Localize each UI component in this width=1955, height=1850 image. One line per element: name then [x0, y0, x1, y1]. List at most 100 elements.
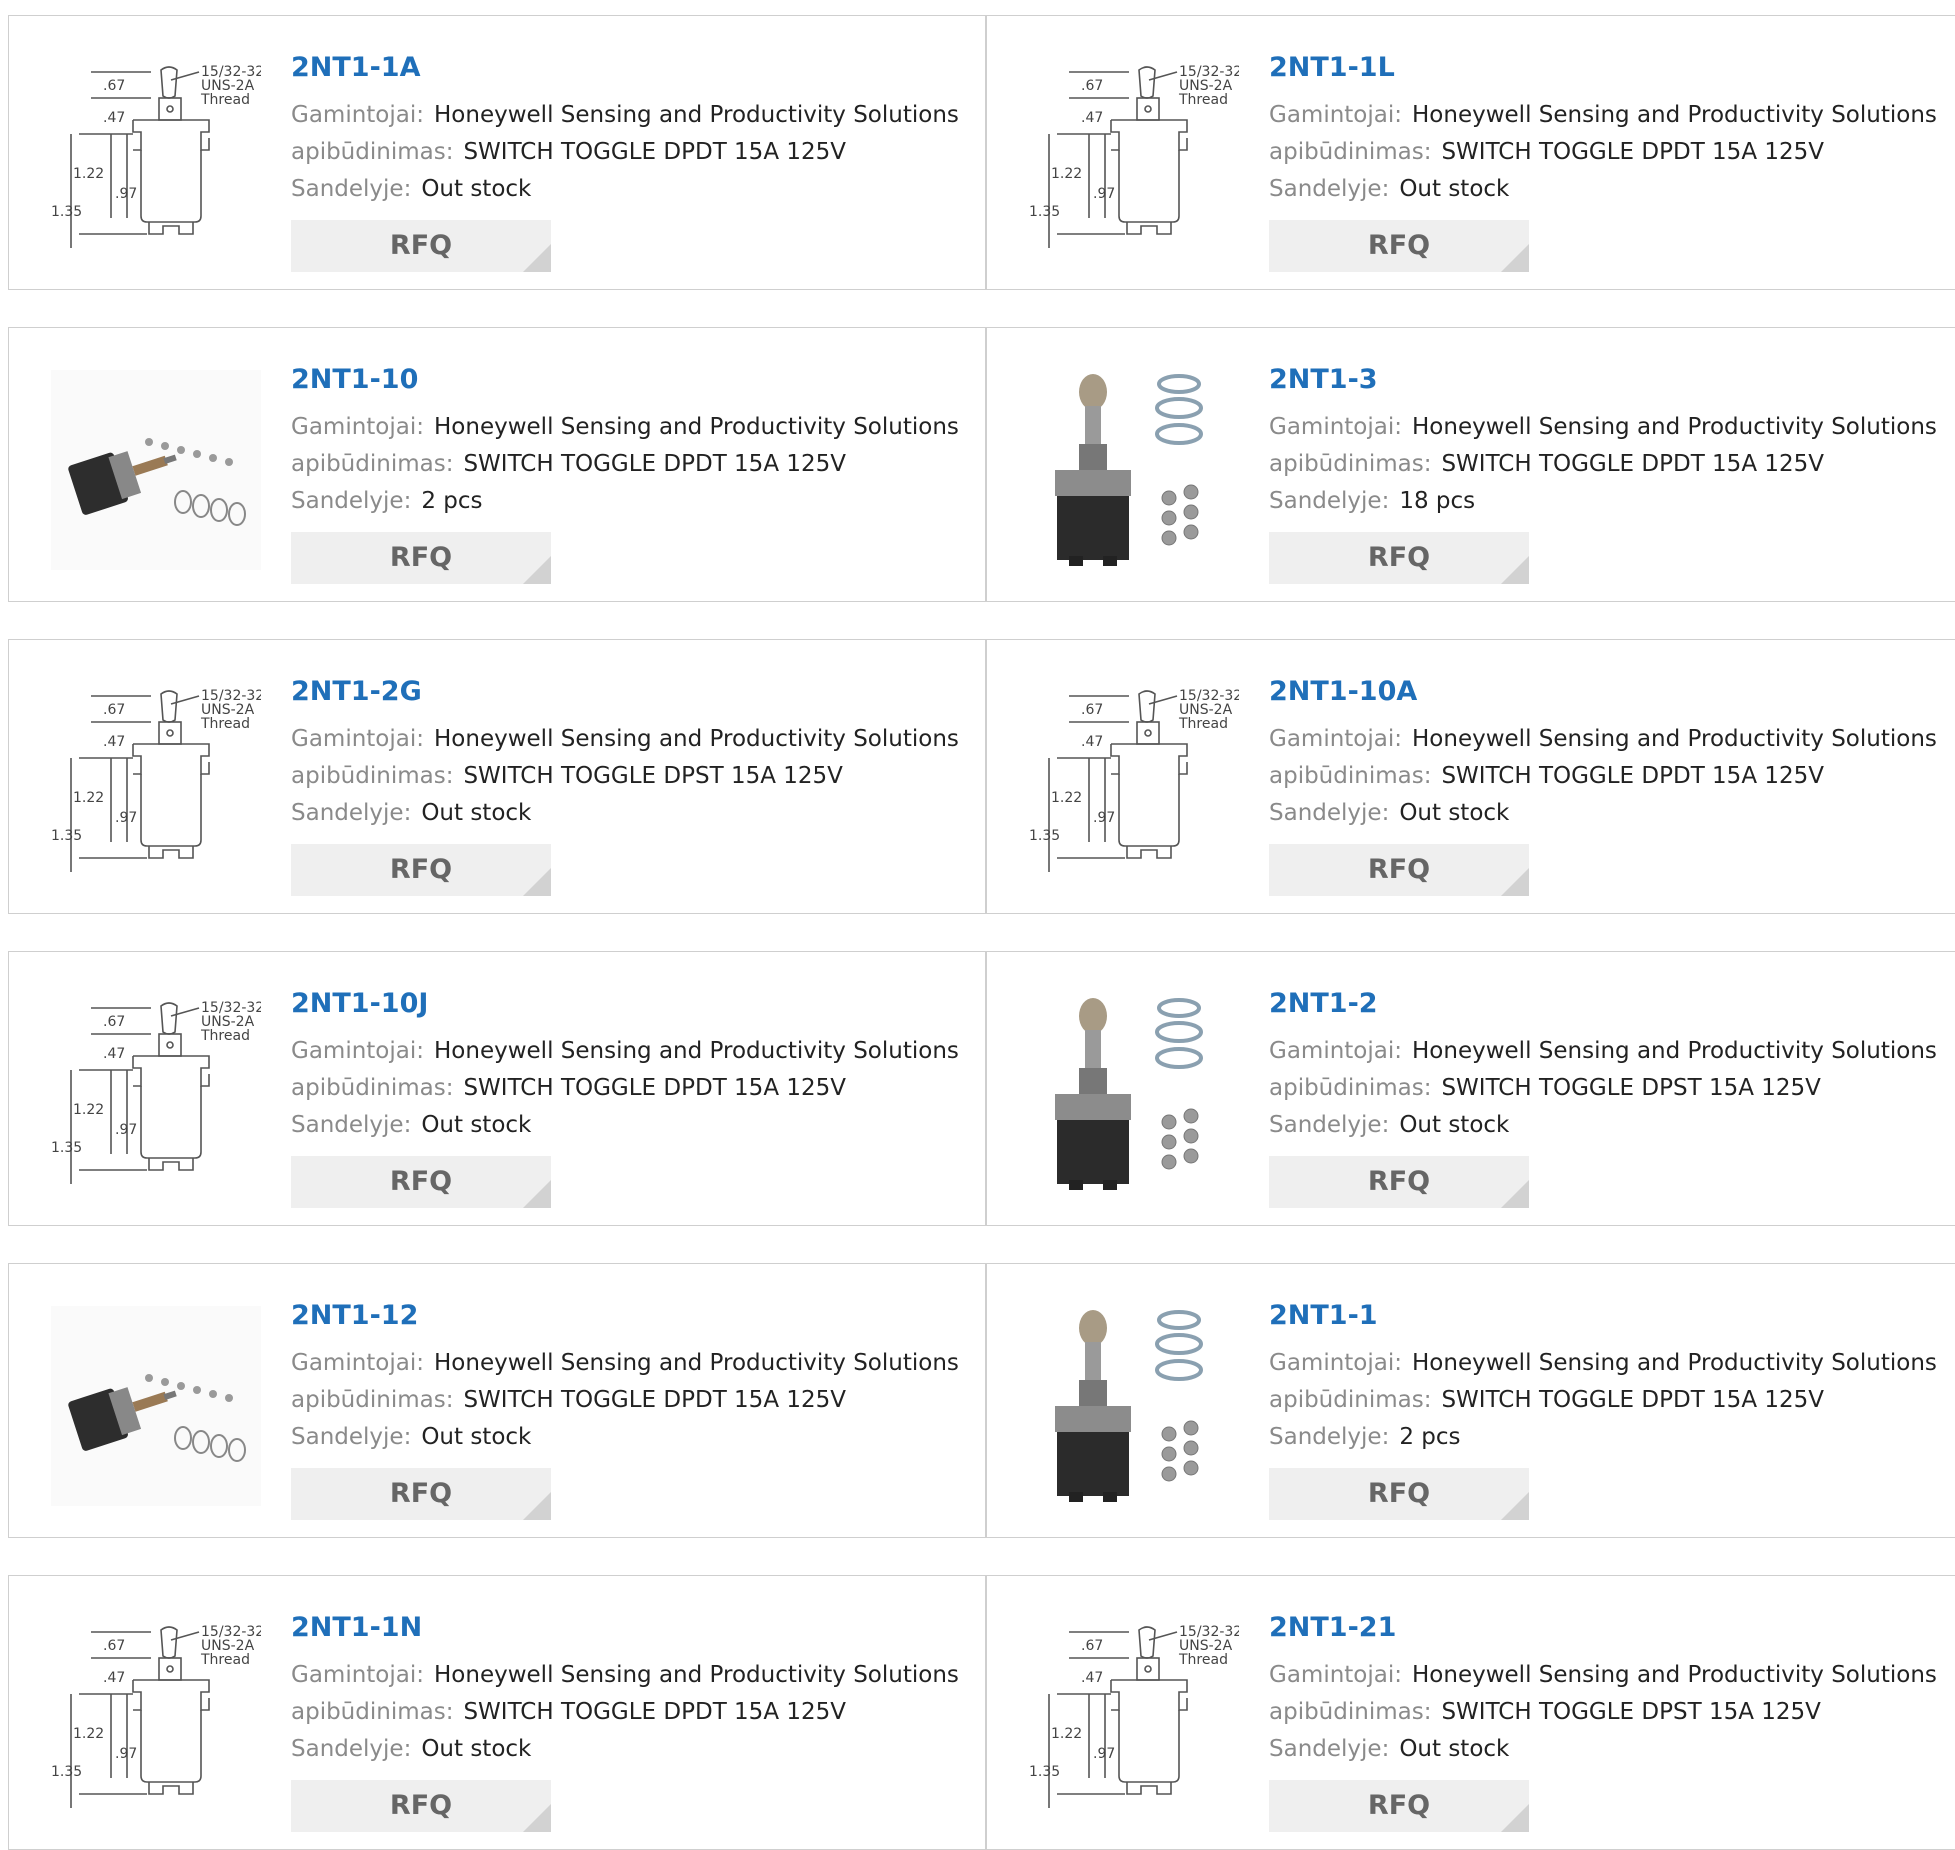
product-image[interactable]: 15/32-32 UNS-2A Thread .67 .47 1.22 .97 …: [51, 682, 261, 882]
rfq-label: RFQ: [1367, 1790, 1431, 1821]
diagram-thread-3: Thread: [1178, 92, 1228, 108]
diagram-d1: .67: [103, 78, 125, 94]
product-card: 15/32-32 UNS-2A Thread .67 .47 1.22 .97 …: [986, 15, 1955, 290]
product-image[interactable]: 15/32-32 UNS-2A Thread .67 .47 1.22 .97 …: [1029, 682, 1239, 882]
corner-fold-icon: [523, 1804, 551, 1832]
product-image[interactable]: [51, 370, 261, 570]
product-image[interactable]: [1029, 1306, 1239, 1506]
product-name-link[interactable]: 2NT1-1A: [291, 50, 959, 86]
product-info: 2NT1-10A Gamintojai: Honeywell Sensing an…: [1269, 674, 1937, 896]
rfq-button[interactable]: RFQ: [1269, 844, 1529, 896]
manufacturer-row: Gamintojai: Honeywell Sensing and Product…: [1269, 409, 1937, 446]
product-name-link[interactable]: 2NT1-2G: [291, 674, 959, 710]
side-view-image: [51, 1306, 261, 1506]
description-row: apibūdinimas: SWITCH TOGGLE DPST 15A 125V: [1269, 1070, 1937, 1107]
rfq-button[interactable]: RFQ: [1269, 1468, 1529, 1520]
manufacturer-row: Gamintojai: Honeywell Sensing and Product…: [1269, 1345, 1937, 1382]
product-image[interactable]: 15/32-32 UNS-2A Thread .67 .47 1.22 .97 …: [1029, 1618, 1239, 1818]
stock-label: Sandelyje:: [291, 800, 412, 826]
diagram-thread-3: Thread: [200, 92, 250, 108]
rfq-button[interactable]: RFQ: [291, 532, 551, 584]
description-label: apibūdinimas:: [1269, 1075, 1432, 1101]
corner-fold-icon: [1501, 1492, 1529, 1520]
rfq-button[interactable]: RFQ: [291, 844, 551, 896]
manufacturer-value: Honeywell Sensing and Productivity Solut…: [1412, 414, 1937, 440]
stock-row: Sandelyje: Out stock: [291, 1731, 959, 1768]
description-value: SWITCH TOGGLE DPDT 15A 125V: [1441, 139, 1824, 165]
toggle-photo-image: [1029, 1306, 1239, 1506]
product-image[interactable]: 15/32-32 UNS-2A Thread .67 .47 1.22 .97 …: [51, 994, 261, 1194]
description-row: apibūdinimas: SWITCH TOGGLE DPDT 15A 125V: [291, 134, 959, 171]
product-image[interactable]: 15/32-32 UNS-2A Thread .67 .47 1.22 .97 …: [51, 58, 261, 258]
stock-label: Sandelyje:: [291, 1424, 412, 1450]
rfq-label: RFQ: [389, 854, 453, 885]
description-value: SWITCH TOGGLE DPST 15A 125V: [1441, 1699, 1821, 1725]
manufacturer-row: Gamintojai: Honeywell Sensing and Product…: [291, 97, 959, 134]
manufacturer-label: Gamintojai:: [291, 726, 425, 752]
stock-value: Out stock: [421, 800, 532, 826]
corner-fold-icon: [1501, 1180, 1529, 1208]
stock-label: Sandelyje:: [1269, 176, 1390, 202]
stock-value: 2 pcs: [421, 488, 483, 514]
stock-row: Sandelyje: Out stock: [1269, 171, 1937, 208]
toggle-photo-image: [1029, 370, 1239, 570]
description-label: apibūdinimas:: [291, 1075, 454, 1101]
product-name-link[interactable]: 2NT1-12: [291, 1298, 959, 1334]
description-label: apibūdinimas:: [1269, 451, 1432, 477]
rfq-button[interactable]: RFQ: [291, 1468, 551, 1520]
product-card: 15/32-32 UNS-2A Thread .67 .47 1.22 .97 …: [8, 1575, 986, 1850]
product-image[interactable]: [1029, 370, 1239, 570]
stock-value: Out stock: [1399, 1736, 1510, 1762]
product-image[interactable]: 15/32-32 UNS-2A Thread .67 .47 1.22 .97 …: [51, 1618, 261, 1818]
product-info: 2NT1-2 Gamintojai: Honeywell Sensing and …: [1269, 986, 1937, 1208]
product-image[interactable]: [1029, 994, 1239, 1194]
product-name-link[interactable]: 2NT1-1N: [291, 1610, 959, 1646]
stock-value: Out stock: [1399, 176, 1510, 202]
corner-fold-icon: [523, 556, 551, 584]
stock-value: Out stock: [1399, 1112, 1510, 1138]
stock-value: 18 pcs: [1399, 488, 1476, 514]
manufacturer-row: Gamintojai: Honeywell Sensing and Product…: [291, 721, 959, 758]
manufacturer-value: Honeywell Sensing and Productivity Solut…: [434, 726, 959, 752]
rfq-button[interactable]: RFQ: [291, 220, 551, 272]
diagram-thread-3: Thread: [200, 1028, 250, 1044]
product-image[interactable]: 15/32-32 UNS-2A Thread .67 .47 1.22 .97 …: [1029, 58, 1239, 258]
stock-value: Out stock: [421, 1736, 532, 1762]
product-name-link[interactable]: 2NT1-21: [1269, 1610, 1937, 1646]
product-name-link[interactable]: 2NT1-10J: [291, 986, 959, 1022]
rfq-button[interactable]: RFQ: [1269, 532, 1529, 584]
manufacturer-value: Honeywell Sensing and Productivity Solut…: [434, 1350, 959, 1376]
manufacturer-value: Honeywell Sensing and Productivity Solut…: [1412, 1350, 1937, 1376]
manufacturer-row: Gamintojai: Honeywell Sensing and Product…: [1269, 1657, 1937, 1694]
product-card: 2NT1-1 Gamintojai: Honeywell Sensing and …: [986, 1263, 1955, 1538]
description-value: SWITCH TOGGLE DPDT 15A 125V: [1441, 1387, 1824, 1413]
stock-label: Sandelyje:: [1269, 1112, 1390, 1138]
stock-label: Sandelyje:: [1269, 488, 1390, 514]
product-name-link[interactable]: 2NT1-10A: [1269, 674, 1937, 710]
diagram-d4: .97: [115, 1746, 137, 1762]
switch-diagram-icon: 15/32-32 UNS-2A Thread .67 .47 1.22 .97 …: [51, 64, 261, 248]
rfq-button[interactable]: RFQ: [291, 1156, 551, 1208]
corner-fold-icon: [1501, 1804, 1529, 1832]
product-name-link[interactable]: 2NT1-2: [1269, 986, 1937, 1022]
diagram-d5: 1.35: [1029, 828, 1060, 844]
corner-fold-icon: [523, 1492, 551, 1520]
rfq-button[interactable]: RFQ: [1269, 1780, 1529, 1832]
manufacturer-label: Gamintojai:: [1269, 1662, 1403, 1688]
rfq-button[interactable]: RFQ: [1269, 220, 1529, 272]
product-name-link[interactable]: 2NT1-10: [291, 362, 959, 398]
product-name-link[interactable]: 2NT1-1: [1269, 1298, 1937, 1334]
description-label: apibūdinimas:: [1269, 1387, 1432, 1413]
product-card: 15/32-32 UNS-2A Thread .67 .47 1.22 .97 …: [8, 951, 986, 1226]
rfq-label: RFQ: [1367, 1166, 1431, 1197]
diagram-d4: .97: [115, 1122, 137, 1138]
product-name-link[interactable]: 2NT1-1L: [1269, 50, 1937, 86]
product-info: 2NT1-1N Gamintojai: Honeywell Sensing and…: [291, 1610, 959, 1832]
manufacturer-row: Gamintojai: Honeywell Sensing and Product…: [291, 1657, 959, 1694]
rfq-button[interactable]: RFQ: [1269, 1156, 1529, 1208]
product-name-link[interactable]: 2NT1-3: [1269, 362, 1937, 398]
stock-label: Sandelyje:: [1269, 800, 1390, 826]
product-image[interactable]: [51, 1306, 261, 1506]
rfq-button[interactable]: RFQ: [291, 1780, 551, 1832]
manufacturer-row: Gamintojai: Honeywell Sensing and Product…: [1269, 1033, 1937, 1070]
